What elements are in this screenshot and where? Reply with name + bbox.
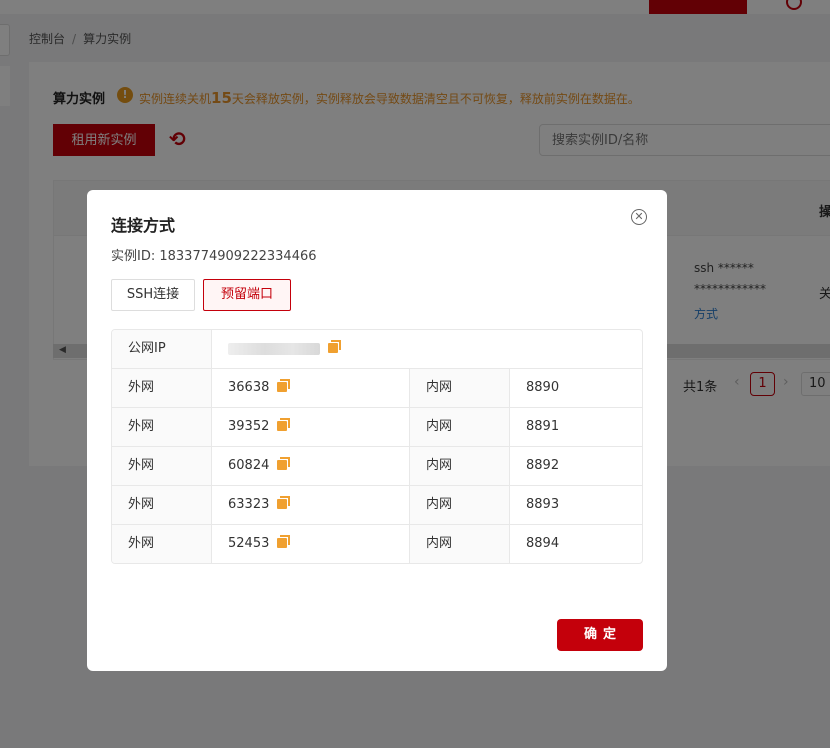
port-table: 公网IP 外网 36638 内网 8890 外网 39352 内网 8891 外…	[111, 329, 643, 564]
external-label: 外网	[112, 525, 212, 563]
copy-icon[interactable]	[277, 379, 291, 392]
port-row: 外网 52453 内网 8894	[112, 525, 642, 563]
external-port-value: 36638	[228, 380, 270, 395]
external-port-value: 63323	[228, 497, 270, 512]
instance-id: 实例ID: 1833774909222334466	[111, 245, 317, 264]
port-row: 外网 39352 内网 8891	[112, 408, 642, 447]
internal-label: 内网	[410, 525, 510, 563]
external-port: 60824	[212, 447, 410, 485]
public-ip-value	[212, 330, 642, 368]
close-icon[interactable]: ✕	[631, 209, 647, 225]
external-port: 36638	[212, 369, 410, 407]
external-label: 外网	[112, 447, 212, 485]
tab-ssh-connect[interactable]: SSH连接	[111, 279, 195, 311]
external-port-value: 52453	[228, 536, 270, 551]
copy-icon[interactable]	[277, 457, 291, 470]
external-label: 外网	[112, 486, 212, 524]
port-row: 外网 63323 内网 8893	[112, 486, 642, 525]
external-port-value: 60824	[228, 458, 270, 473]
copy-icon[interactable]	[328, 340, 341, 353]
copy-icon[interactable]	[277, 535, 291, 548]
instance-id-label: 实例ID:	[111, 249, 160, 264]
confirm-button[interactable]: 确定	[557, 619, 643, 651]
public-ip-label: 公网IP	[112, 330, 212, 368]
ip-redacted	[228, 342, 320, 355]
internal-label: 内网	[410, 369, 510, 407]
instance-id-value: 1833774909222334466	[159, 249, 317, 264]
internal-label: 内网	[410, 486, 510, 524]
external-port-value: 39352	[228, 419, 270, 434]
port-row: 外网 60824 内网 8892	[112, 447, 642, 486]
external-label: 外网	[112, 369, 212, 407]
public-ip-row: 公网IP	[112, 330, 642, 369]
external-port: 39352	[212, 408, 410, 446]
connection-modal: 连接方式 ✕ 实例ID: 1833774909222334466 SSH连接 预…	[87, 190, 667, 671]
internal-label: 内网	[410, 447, 510, 485]
modal-title: 连接方式	[111, 216, 176, 235]
external-port: 63323	[212, 486, 410, 524]
port-row: 外网 36638 内网 8890	[112, 369, 642, 408]
external-port: 52453	[212, 525, 410, 563]
internal-label: 内网	[410, 408, 510, 446]
copy-icon[interactable]	[277, 418, 291, 431]
copy-icon[interactable]	[277, 496, 291, 509]
internal-port-value: 8890	[526, 380, 560, 395]
internal-port-value: 8891	[526, 419, 560, 434]
external-label: 外网	[112, 408, 212, 446]
internal-port-value: 8894	[526, 536, 560, 551]
internal-port-value: 8892	[526, 458, 560, 473]
internal-port-value: 8893	[526, 497, 560, 512]
tab-reserved-ports[interactable]: 预留端口	[203, 279, 291, 311]
